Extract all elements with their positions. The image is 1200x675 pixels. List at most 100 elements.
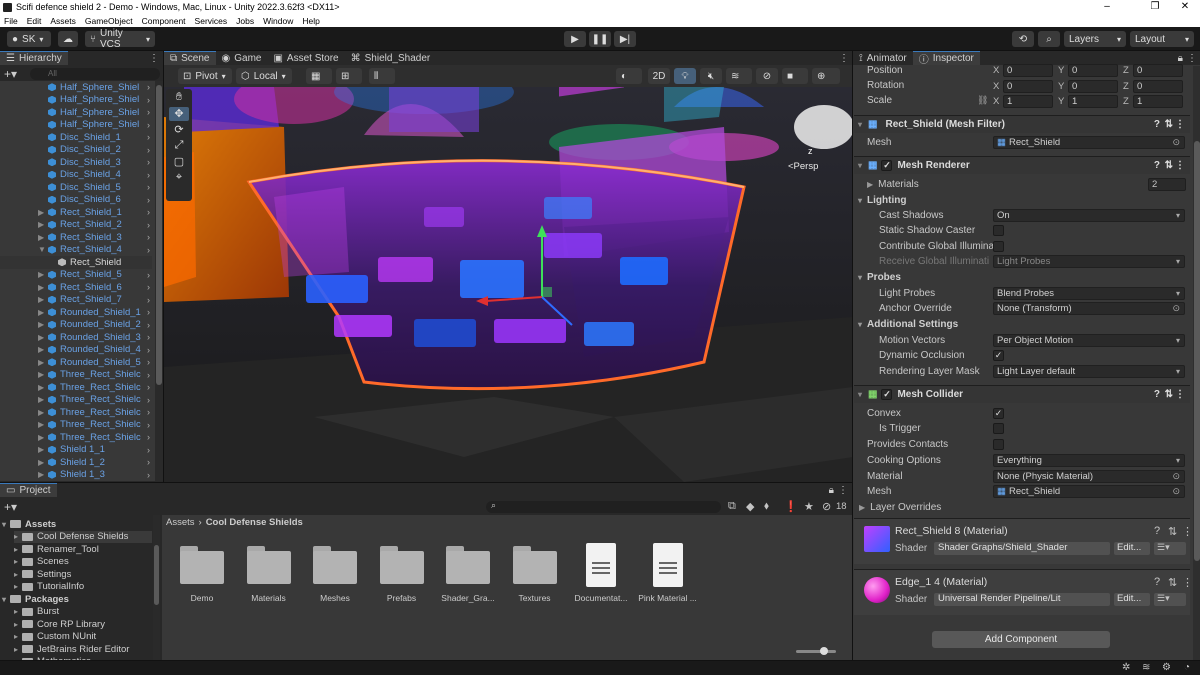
hierarchy-item[interactable]: ▶ Three_Rect_Shielc › <box>0 406 152 419</box>
hierarchy-item[interactable]: Rect_Shield <box>0 256 152 269</box>
hierarchy-item[interactable]: ▶ Rect_Shield_3 › <box>0 231 152 244</box>
foldout-closed-icon[interactable]: ▶ <box>38 433 44 442</box>
project-tree-item[interactable]: ▸ Core RP Library <box>14 618 152 631</box>
project-tree-item[interactable]: ▸ TutorialInfo <box>14 581 152 594</box>
hierarchy-item[interactable]: Disc_Shield_2 › <box>0 144 152 157</box>
chevron-right-icon[interactable]: › <box>147 207 150 217</box>
chevron-right-icon[interactable]: › <box>147 95 150 105</box>
zoom-slider-handle[interactable] <box>820 647 828 655</box>
rotate-tool[interactable]: ⟳ <box>169 123 189 137</box>
more-icon[interactable]: ⋮ <box>149 53 159 64</box>
cache-icon[interactable]: ≋ <box>1142 662 1150 673</box>
minimize-icon[interactable]: – <box>1092 0 1122 13</box>
hierarchy-item[interactable]: ▶ Rect_Shield_1 › <box>0 206 152 219</box>
scale-y-field[interactable]: Y1 <box>1058 95 1118 108</box>
hierarchy-item[interactable]: ▶ Rect_Shield_2 › <box>0 219 152 232</box>
edit-shader-button-2[interactable]: Edit... <box>1114 593 1150 606</box>
lighting-section[interactable]: Lighting <box>858 193 906 207</box>
layer-overrides-row[interactable]: ▶ Layer Overrides <box>858 500 1188 515</box>
hierarchy-item[interactable]: ▶ Rounded_Shield_4 › <box>0 344 152 357</box>
scale-tool[interactable]: ⤢ <box>169 139 189 153</box>
layout-dropdown[interactable]: Layout ▾ <box>1130 31 1194 47</box>
tab-shield-shader[interactable]: ⌘ Shield_Shader <box>345 51 437 65</box>
scene-gizmo[interactable] <box>794 105 853 149</box>
foldout-closed-icon[interactable]: ▶ <box>38 283 44 292</box>
mode-2d-button[interactable]: 2D <box>648 68 670 84</box>
chevron-right-icon[interactable]: › <box>147 432 150 442</box>
debug-icon[interactable]: ✲ <box>1122 662 1130 673</box>
project-tree-item[interactable]: ▾ Assets <box>2 518 152 531</box>
more-icon[interactable]: ⋮ <box>1182 576 1193 589</box>
progress-icon[interactable]: ◔ <box>1184 662 1190 673</box>
position-z-field[interactable]: Z0 <box>1123 64 1183 77</box>
hierarchy-item[interactable]: ▶ Three_Rect_Shielc › <box>0 419 152 432</box>
chevron-right-icon[interactable]: › <box>147 182 150 192</box>
tab-asset-store[interactable]: ▣ Asset Store <box>267 51 344 65</box>
foldout-icon[interactable]: ▾ <box>2 595 6 604</box>
play-button[interactable]: ▶ <box>564 31 586 47</box>
asset-folder[interactable]: Shader_Gra... <box>438 546 498 603</box>
local-dropdown[interactable]: ⬡ Local ▾ <box>236 68 292 84</box>
foldout-icon[interactable]: ▸ <box>14 582 18 591</box>
hierarchy-item[interactable]: ▶ Shield 1_3 › <box>0 469 152 482</box>
transform-tool[interactable]: ⌖ <box>169 171 189 185</box>
hierarchy-item[interactable]: ▶ Rounded_Shield_3 › <box>0 331 152 344</box>
chevron-right-icon[interactable]: › <box>147 420 150 430</box>
chevron-right-icon[interactable]: › <box>147 445 150 455</box>
chevron-right-icon[interactable]: › <box>147 107 150 117</box>
hierarchy-scrollbar[interactable] <box>155 81 163 481</box>
foldout-closed-icon[interactable]: ▶ <box>38 270 44 279</box>
collider-mesh-field[interactable]: ▦ Rect_Shield <box>993 485 1185 498</box>
foldout-icon[interactable]: ▾ <box>858 161 862 170</box>
menu-help[interactable]: Help <box>302 16 319 26</box>
foldout-closed-icon[interactable]: ▶ <box>38 383 44 392</box>
foldout-icon[interactable]: ▶ <box>859 503 865 512</box>
help-icon[interactable]: ? <box>1154 525 1160 537</box>
axis-value[interactable]: 0 <box>1133 64 1183 77</box>
additional-settings-section[interactable]: Additional Settings <box>858 317 958 331</box>
search-button[interactable]: ⌕ <box>1038 31 1060 47</box>
foldout-icon[interactable]: ▸ <box>14 532 18 541</box>
chevron-right-icon[interactable]: › <box>147 157 150 167</box>
rect-tool[interactable]: ▢ <box>169 155 189 169</box>
more-icon[interactable]: ⋮ <box>839 53 849 64</box>
foldout-icon[interactable]: ▸ <box>14 570 18 579</box>
foldout-icon[interactable]: ▸ <box>14 557 18 566</box>
foldout-closed-icon[interactable]: ▶ <box>38 220 44 229</box>
asset-folder[interactable]: Materials <box>239 546 299 603</box>
chevron-right-icon[interactable]: › <box>147 220 150 230</box>
position-x-field[interactable]: X0 <box>993 64 1053 77</box>
more-icon[interactable]: ⋮ <box>1182 525 1193 538</box>
snap-increment-button[interactable]: ⊞ <box>336 68 362 84</box>
mesh-renderer-header[interactable]: ▾ ▦ ✓ Mesh Renderer ? ⇅ ⋮ <box>854 156 1190 174</box>
hierarchy-item[interactable]: Disc_Shield_3 › <box>0 156 152 169</box>
chevron-right-icon[interactable]: › <box>147 470 150 480</box>
mesh-field[interactable]: ▦ Rect_Shield <box>993 136 1185 149</box>
shader-options-1[interactable]: ☰▾ <box>1154 542 1186 555</box>
scale-z-field[interactable]: Z1 <box>1123 95 1183 108</box>
chevron-right-icon[interactable]: › <box>147 82 150 92</box>
foldout-icon[interactable]: ▸ <box>14 607 18 616</box>
axis-value[interactable]: 0 <box>1068 79 1118 93</box>
mesh-collider-enabled-checkbox[interactable]: ✓ <box>881 389 893 400</box>
hierarchy-item[interactable]: ▶ Three_Rect_Shielc › <box>0 431 152 444</box>
axis-value[interactable]: 0 <box>1003 64 1053 77</box>
project-tree-item[interactable]: ▸ Renamer_Tool <box>14 543 152 556</box>
chevron-right-icon[interactable]: › <box>147 132 150 142</box>
tag-icon[interactable]: ⬧ <box>764 500 769 513</box>
more-icon[interactable]: ⋮ <box>838 485 848 496</box>
layers-dropdown[interactable]: Layers ▾ <box>1064 31 1126 47</box>
hierarchy-item[interactable]: ▶ Rect_Shield_7 › <box>0 294 152 307</box>
materials-foldout[interactable]: ▶ Materials <box>867 179 919 190</box>
mesh-renderer-enabled-checkbox[interactable]: ✓ <box>881 160 893 171</box>
settings-icon[interactable]: ⚙ <box>1162 662 1171 673</box>
scroll-thumb[interactable] <box>154 545 159 605</box>
project-tree-item[interactable]: ▸ JetBrains Rider Editor <box>14 643 152 656</box>
asset-document[interactable]: Pink Material ... <box>638 543 698 603</box>
materials-row[interactable]: ▶ Materials 2 <box>858 177 1188 192</box>
chevron-right-icon[interactable]: › <box>147 232 150 242</box>
more-icon[interactable]: ⋮ <box>1187 53 1197 64</box>
help-icon[interactable]: ? <box>1154 389 1160 400</box>
search-by-type-icon[interactable]: ⧉ <box>728 500 736 513</box>
chevron-right-icon[interactable]: › <box>147 195 150 205</box>
